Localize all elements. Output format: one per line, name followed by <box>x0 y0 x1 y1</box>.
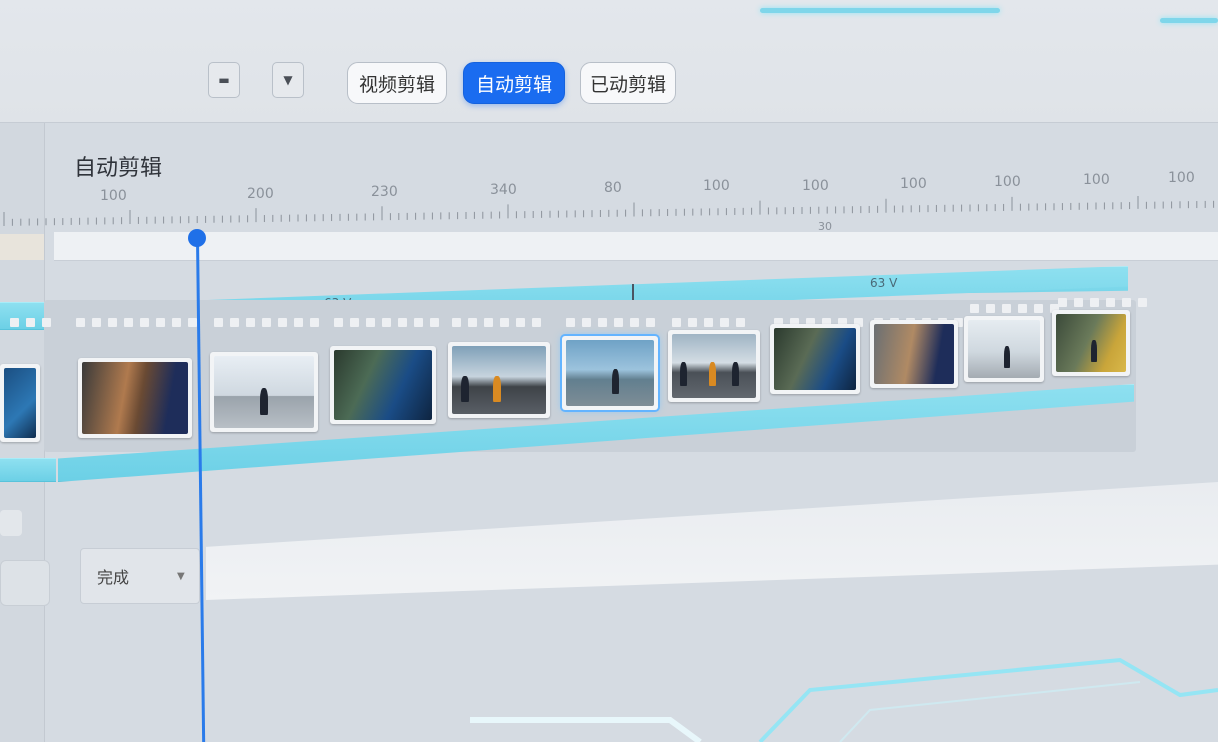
film-holes <box>10 318 51 328</box>
clip-thumbnail[interactable] <box>1052 310 1130 376</box>
tab-video-edit[interactable]: 视频剪辑 <box>347 62 447 104</box>
tab-auto-edit[interactable]: 自动剪辑 <box>463 62 565 104</box>
top-toolbar: ▬ ▼ 视频剪辑 自动剪辑 已动剪辑 <box>0 0 1218 123</box>
status-select-value: 完成 <box>97 568 130 587</box>
side-control[interactable] <box>0 560 50 606</box>
track-bar-left-lower <box>0 458 56 482</box>
clip-thumbnail[interactable] <box>964 316 1044 382</box>
track-label-right: 63 V <box>870 276 898 290</box>
ruler-label: 100 <box>1168 170 1195 186</box>
ruler-label: 80 <box>604 180 622 196</box>
playhead-handle[interactable] <box>188 229 206 247</box>
ruler-label: 100 <box>703 178 730 194</box>
film-holes <box>76 318 197 328</box>
decor-glow-line <box>1160 18 1218 23</box>
film-holes <box>672 318 745 328</box>
clip-thumbnail[interactable] <box>770 324 860 394</box>
decor-circuit-lines <box>470 657 1218 742</box>
film-holes <box>1058 298 1147 308</box>
clip-thumbnail[interactable] <box>448 342 550 418</box>
film-holes <box>452 318 541 328</box>
film-holes <box>214 318 319 328</box>
clip-thumbnail-selected[interactable] <box>562 336 658 410</box>
clip-thumbnail[interactable] <box>330 346 436 424</box>
decor-glow-line <box>760 8 1000 13</box>
menu-button[interactable]: ▬ <box>208 62 240 98</box>
left-time-box <box>0 234 44 260</box>
clip-thumbnail[interactable] <box>78 358 192 438</box>
ruler-label: 100 <box>900 176 927 192</box>
ruler-scrub-bar[interactable] <box>54 232 1218 261</box>
chevron-down-icon: ▼ <box>283 73 293 87</box>
side-button[interactable] <box>0 510 22 536</box>
chevron-down-icon: ▼ <box>177 570 185 582</box>
film-holes <box>970 304 1059 314</box>
clip-thumbnail[interactable] <box>0 364 40 442</box>
film-holes <box>566 318 655 328</box>
tab-done-edit[interactable]: 已动剪辑 <box>580 62 676 104</box>
ruler-sub-label: 30 <box>818 220 832 233</box>
ruler-ticks <box>3 196 1215 226</box>
clip-thumbnail[interactable] <box>870 320 958 388</box>
time-ruler[interactable]: 100 200 230 340 80 100 100 100 100 100 1… <box>0 170 1218 228</box>
clip-thumbnail[interactable] <box>210 352 318 432</box>
ruler-label: 100 <box>802 178 829 194</box>
dropdown-button[interactable]: ▼ <box>272 62 304 98</box>
status-select[interactable]: 完成 ▼ <box>80 548 200 604</box>
film-holes <box>334 318 439 328</box>
menu-icon: ▬ <box>218 73 230 87</box>
ruler-label: 100 <box>1083 172 1110 188</box>
ruler-label: 100 <box>994 174 1021 190</box>
clip-thumbnail[interactable] <box>668 330 760 402</box>
